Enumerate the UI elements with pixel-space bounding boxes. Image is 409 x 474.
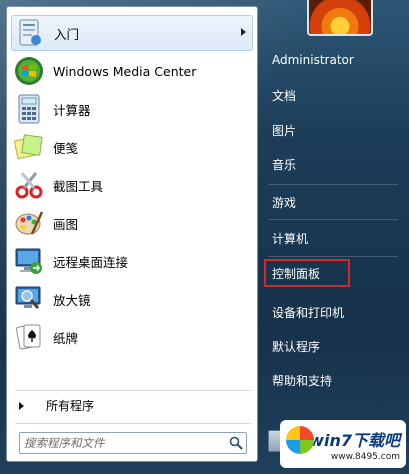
program-label: 放大镜 bbox=[53, 292, 91, 308]
place-label: 图片 bbox=[272, 123, 297, 138]
program-label: 纸牌 bbox=[53, 330, 79, 346]
program-item-solitaire[interactable]: 纸牌 bbox=[11, 319, 253, 355]
place-label: 控制面板 bbox=[272, 266, 321, 281]
program-item-paint[interactable]: 画图 bbox=[11, 205, 253, 241]
search-input[interactable] bbox=[20, 434, 226, 452]
paint-icon bbox=[13, 207, 45, 239]
search-box[interactable] bbox=[19, 432, 247, 454]
program-label: 便笺 bbox=[53, 140, 79, 156]
places-panel: Administrator 文档 图片 音乐 游戏 计算机 控制面板 设备和打印… bbox=[262, 0, 409, 474]
program-label: Windows Media Center bbox=[53, 63, 197, 79]
program-label: 入门 bbox=[54, 26, 80, 42]
place-label: 音乐 bbox=[272, 157, 297, 172]
program-item-snipping-tool[interactable]: 截图工具 bbox=[11, 167, 253, 203]
windows-media-center-icon bbox=[13, 55, 45, 87]
separator bbox=[268, 256, 398, 257]
all-programs-button[interactable]: 所有程序 bbox=[17, 397, 94, 414]
place-item-default-programs[interactable]: 默认程序 bbox=[266, 331, 398, 361]
separator bbox=[15, 423, 251, 424]
programs-panel: 入门 Windows Media Center 计算器 便笺 截图工具 画图 远… bbox=[6, 6, 258, 462]
snipping-tool-icon bbox=[13, 169, 45, 201]
calculator-icon bbox=[13, 93, 45, 125]
program-item-sticky-notes[interactable]: 便笺 bbox=[11, 129, 253, 165]
program-item-calculator[interactable]: 计算器 bbox=[11, 91, 253, 127]
place-label: 设备和打印机 bbox=[272, 305, 345, 320]
place-item-administrator[interactable]: Administrator bbox=[266, 45, 398, 75]
program-label: 计算器 bbox=[53, 102, 91, 118]
place-item-games[interactable]: 游戏 bbox=[266, 187, 398, 217]
user-avatar[interactable] bbox=[307, 0, 373, 36]
all-programs-label: 所有程序 bbox=[46, 399, 95, 413]
program-item-magnifier[interactable]: 放大镜 bbox=[11, 281, 253, 317]
getting-started-icon bbox=[14, 17, 46, 49]
search-icon[interactable] bbox=[226, 434, 246, 452]
program-item-getting-started[interactable]: 入门 bbox=[11, 15, 253, 51]
place-label: 计算机 bbox=[272, 231, 309, 246]
place-label: 默认程序 bbox=[272, 339, 321, 354]
separator bbox=[15, 390, 251, 391]
place-item-control-panel[interactable]: 控制面板 bbox=[264, 259, 350, 287]
watermark-brand: win7下载吧 bbox=[309, 430, 400, 450]
watermark: win7下载吧 www.8495.com bbox=[280, 420, 406, 468]
place-item-computer[interactable]: 计算机 bbox=[266, 223, 398, 253]
place-label: 文档 bbox=[272, 88, 297, 103]
sticky-notes-icon bbox=[13, 131, 45, 163]
expand-arrow-icon bbox=[19, 401, 24, 410]
place-item-documents[interactable]: 文档 bbox=[266, 80, 398, 110]
separator bbox=[268, 184, 398, 185]
place-item-help-and-support[interactable]: 帮助和支持 bbox=[266, 365, 398, 395]
place-item-devices-and-printers[interactable]: 设备和打印机 bbox=[266, 297, 398, 327]
watermark-url: www.8495.com bbox=[330, 451, 400, 462]
remote-desktop-icon bbox=[13, 245, 45, 277]
watermark-logo-icon bbox=[286, 426, 314, 454]
place-label: Administrator bbox=[272, 53, 354, 67]
submenu-arrow-icon[interactable] bbox=[241, 28, 246, 36]
program-label: 画图 bbox=[53, 216, 79, 232]
place-label: 游戏 bbox=[272, 195, 297, 210]
magnifier-icon bbox=[13, 283, 45, 315]
program-item-windows-media-center[interactable]: Windows Media Center bbox=[11, 53, 253, 89]
separator bbox=[268, 219, 398, 220]
place-item-music[interactable]: 音乐 bbox=[266, 149, 398, 179]
solitaire-icon bbox=[13, 321, 45, 353]
program-item-remote-desktop[interactable]: 远程桌面连接 bbox=[11, 243, 253, 279]
place-label: 帮助和支持 bbox=[272, 373, 333, 388]
program-label: 截图工具 bbox=[53, 178, 104, 194]
program-label: 远程桌面连接 bbox=[53, 254, 129, 270]
place-item-pictures[interactable]: 图片 bbox=[266, 115, 398, 145]
